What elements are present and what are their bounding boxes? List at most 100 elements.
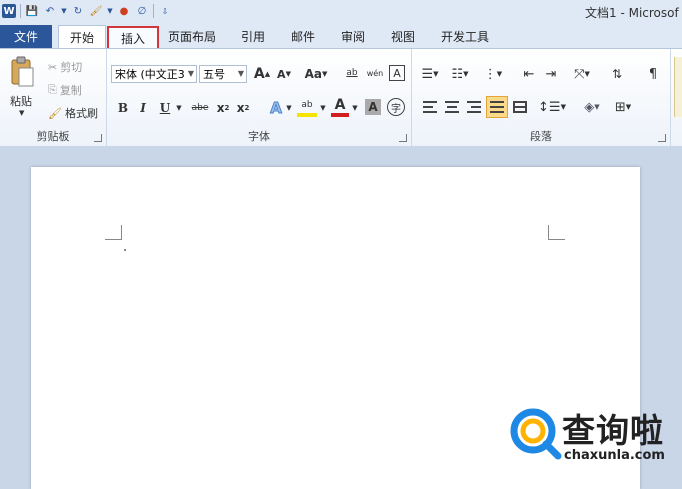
chevron-down-icon: ▼ [237,69,244,78]
separator [20,4,21,18]
character-border-button[interactable]: A [389,65,405,81]
magnifier-logo-icon [510,408,562,460]
save-icon[interactable]: 💾 [25,4,39,18]
dropdown-arrow-icon[interactable]: ▼ [351,101,359,115]
sort-icon[interactable]: ⇅ [608,65,626,83]
font-color-button[interactable]: A [331,97,349,117]
align-left-icon [423,101,437,113]
scissors-icon: ✂ [48,60,58,74]
character-shading-button[interactable]: A [365,99,381,115]
draw-icon[interactable]: ∅ [135,4,149,18]
brush-icon[interactable]: 🖌 [89,4,103,18]
redo-icon[interactable]: ↻ [71,4,85,18]
italic-button[interactable]: I [135,99,151,117]
enclose-characters-icon: 字 [391,103,401,115]
change-case-button[interactable]: Aa ▼ [303,65,329,83]
justify-button[interactable] [486,96,508,118]
tab-home[interactable]: 开始 [58,25,106,49]
paste-icon[interactable] [8,55,36,89]
numbering-icon[interactable]: ☷ ▼ [450,65,470,83]
increase-indent-icon[interactable]: ⇥ [542,65,560,83]
watermark: 查询啦 chaxunla.com [508,404,678,468]
paragraph-launcher-icon[interactable] [658,134,666,142]
show-marks-icon[interactable]: ¶ [644,65,662,83]
underline-dropdown-icon[interactable]: ▼ [175,101,183,115]
grow-font-icon: A [253,66,265,82]
bold-button[interactable]: B [115,99,131,117]
multilevel-list-icon[interactable]: ⋮ ▼ [482,65,504,83]
grow-font-button[interactable]: A ▲ [253,65,271,83]
subscript-button[interactable]: x2 [215,99,231,117]
crop-mark-top-right [548,225,565,240]
align-center-button[interactable] [442,97,462,117]
superscript-icon: x [236,101,245,115]
font-launcher-icon[interactable] [399,134,407,142]
cut-label: 剪切 [60,61,83,74]
tab-page-layout[interactable]: 页面布局 [162,25,222,48]
cut-button[interactable]: ✂ 剪切 [48,59,82,75]
underline-button[interactable]: U [157,99,173,117]
align-left-button[interactable] [420,97,440,117]
chevron-down-icon: ▼ [187,69,194,78]
ribbon-tabs: 文件 开始 插入 页面布局 引用 邮件 审阅 视图 开发工具 [0,22,682,50]
align-right-button[interactable] [464,97,484,117]
paragraph-group-label: 段落 [530,130,552,143]
paste-button[interactable]: 粘贴 [10,93,32,109]
clipboard-launcher-icon[interactable] [94,134,102,142]
dropdown-arrow-icon[interactable]: ▼ [319,101,327,115]
text-cursor [124,249,126,251]
font-family-select[interactable]: 宋体 (中文正3 ▼ [111,65,197,83]
text-effects-button[interactable]: A [267,99,285,118]
copy-button[interactable]: ⎘ 复制 [48,82,82,98]
phonetic-guide-button[interactable]: wén [365,64,385,82]
clear-formatting-button[interactable]: ab [343,64,361,82]
format-painter-button[interactable]: 🖌 格式刷 [48,105,98,121]
shrink-font-button[interactable]: A ▼ [275,65,293,83]
text-effects-icon: A [270,99,283,118]
styles-gallery-edge[interactable] [674,57,682,117]
character-border-icon: A [393,66,401,80]
quick-access-toolbar: W 💾 ↶ ▼ ↻ 🖌 ▼ ● ∅ ⇩ [2,2,172,20]
tab-references[interactable]: 引用 [233,25,273,48]
distributed-button[interactable] [510,97,530,117]
decrease-indent-icon[interactable]: ⇤ [520,65,538,83]
bullets-icon[interactable]: ☰ ▼ [420,65,440,83]
font-color-icon: A [334,97,346,113]
watermark-url: chaxunla.com [564,448,665,463]
strikethrough-button[interactable]: abe [189,99,211,117]
font-group: 宋体 (中文正3 ▼ 五号 ▼ A ▲ A ▼ Aa ▼ ab wén A B I U… [107,49,412,146]
customize-qat-icon[interactable]: ⇩ [158,4,172,18]
line-spacing-icon[interactable]: ↕☰ ▼ [538,97,566,117]
clipboard-group: 粘贴 ▼ ✂ 剪切 ⎘ 复制 🖌 格式刷 剪贴板 [0,49,107,146]
enclose-characters-button[interactable]: 字 [387,98,405,116]
highlight-icon: ab [301,100,313,110]
undo-icon[interactable]: ↶ [43,4,57,18]
tab-file[interactable]: 文件 [0,25,52,48]
tab-review[interactable]: 审阅 [333,25,373,48]
dropdown-arrow-icon[interactable]: ▼ [61,4,67,18]
font-size-value: 五号 [203,68,225,81]
crop-mark-top-left [105,225,122,240]
dropdown-arrow-icon[interactable]: ▼ [107,4,113,18]
borders-icon[interactable]: ⊞ ▼ [610,97,636,117]
watermark-brand: 查询啦 [562,411,664,450]
tab-view[interactable]: 视图 [383,25,423,48]
font-group-label: 字体 [248,130,270,143]
change-case-icon: Aa [304,67,322,81]
color-icon[interactable]: ● [117,4,131,18]
highlight-color-button[interactable]: ab [297,97,317,117]
subscript-icon: x [216,101,225,115]
character-shading-icon: A [368,100,378,114]
chinese-layout-icon[interactable]: ⤧ ▼ [572,65,592,83]
tab-mailings[interactable]: 邮件 [283,25,323,48]
shading-icon[interactable]: ◈ ▼ [580,97,604,117]
paste-dropdown-icon[interactable]: ▼ [19,109,24,117]
tab-insert[interactable]: 插入 [107,26,159,50]
font-size-select[interactable]: 五号 ▼ [199,65,247,83]
phonetic-guide-icon: wén [366,68,384,78]
superscript-button[interactable]: x2 [235,99,251,117]
dropdown-arrow-icon[interactable]: ▼ [285,101,293,115]
tab-developer[interactable]: 开发工具 [434,25,496,48]
word-logo-icon[interactable]: W [2,4,16,18]
clear-formatting-icon: ab [346,68,358,78]
